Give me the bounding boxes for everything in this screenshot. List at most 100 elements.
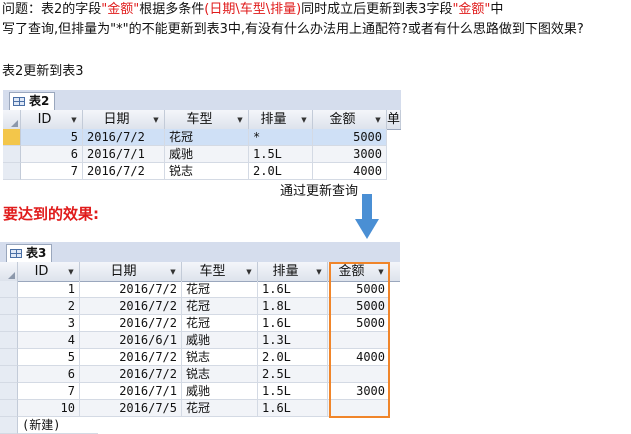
table-cell-disp[interactable]: 1.5L <box>258 383 328 400</box>
table-cell-disp[interactable]: * <box>249 129 313 146</box>
row-selector[interactable] <box>3 163 21 180</box>
table-cell-disp[interactable]: 1.8L <box>258 298 328 315</box>
down-arrow-icon <box>355 194 379 239</box>
table-cell-disp[interactable]: 1.3L <box>258 332 328 349</box>
column-header-1[interactable]: 日期 ▼ <box>80 262 182 281</box>
table2-tab[interactable]: 表2 <box>9 92 55 110</box>
table-cell-date[interactable]: 2016/6/1 <box>80 332 182 349</box>
table-cell-disp[interactable]: 2.0L <box>249 163 313 180</box>
question-segment: "金额" <box>452 2 491 17</box>
table-cell-date[interactable]: 2016/7/2 <box>83 163 165 180</box>
table-cell-amount[interactable]: 3000 <box>313 146 387 163</box>
chevron-down-icon[interactable]: ▼ <box>235 115 245 125</box>
table-cell-date[interactable]: 2016/7/2 <box>80 281 182 298</box>
table-cell-date[interactable]: 2016/7/2 <box>80 315 182 332</box>
table-cell-id[interactable]: 6 <box>18 366 80 383</box>
table-cell-id[interactable]: 2 <box>18 298 80 315</box>
table-cell-id[interactable]: 7 <box>18 383 80 400</box>
table-cell-disp[interactable]: 1.6L <box>258 315 328 332</box>
column-header-label: 车型 <box>186 112 213 127</box>
question-segment: 中 <box>490 2 504 17</box>
table-cell-date[interactable]: 2016/7/5 <box>80 400 182 417</box>
table-cell-id[interactable]: 4 <box>18 332 80 349</box>
table-cell-date[interactable]: 2016/7/2 <box>83 129 165 146</box>
table-cell-model[interactable]: 威驰 <box>182 332 258 349</box>
column-header-2[interactable]: 车型 ▼ <box>165 110 249 129</box>
column-header-2[interactable]: 车型 ▼ <box>182 262 258 281</box>
table-cell-date[interactable]: 2016/7/2 <box>80 298 182 315</box>
table3-tab[interactable]: 表3 <box>6 244 52 262</box>
new-record-row[interactable]: (新建) <box>0 417 400 434</box>
table-cell-date[interactable]: 2016/7/2 <box>80 366 182 383</box>
chevron-down-icon[interactable]: ▼ <box>66 267 76 277</box>
question-segment: "金额" <box>101 2 140 17</box>
table-cell-date[interactable]: 2016/7/1 <box>80 383 182 400</box>
table-cell-date[interactable]: 2016/7/1 <box>83 146 165 163</box>
table-cell-id[interactable]: 5 <box>21 129 83 146</box>
row-selector[interactable] <box>3 146 21 163</box>
table-cell-date[interactable]: 2016/7/2 <box>80 349 182 366</box>
table-cell-disp[interactable]: 2.5L <box>258 366 328 383</box>
column-header-label: ID <box>34 264 49 279</box>
chevron-down-icon[interactable]: ▼ <box>168 267 178 277</box>
chevron-down-icon[interactable]: ▼ <box>151 115 161 125</box>
update-query-label: 通过更新查询 <box>280 184 359 199</box>
table-cell-disp[interactable]: 1.6L <box>258 400 328 417</box>
row-selector[interactable] <box>0 298 18 315</box>
chevron-down-icon[interactable]: ▼ <box>373 115 383 125</box>
select-all-corner[interactable] <box>3 110 21 129</box>
row-selector[interactable] <box>3 129 21 146</box>
table-cell-model[interactable]: 锐志 <box>165 163 249 180</box>
table-cell-disp[interactable]: 2.0L <box>258 349 328 366</box>
column-header-1[interactable]: 日期 ▼ <box>83 110 165 129</box>
table-cell-model[interactable]: 花冠 <box>182 400 258 417</box>
row-selector[interactable] <box>0 349 18 366</box>
table-cell-disp[interactable]: 1.6L <box>258 281 328 298</box>
table-cell-model[interactable]: 花冠 <box>165 129 249 146</box>
question-segment: 问题：表2的字段 <box>2 2 102 17</box>
column-header-label: 排量 <box>272 264 299 279</box>
table2-datasheet: 表2 ID ▼ 日期 ▼ 车型 ▼ 排量 ▼ 金额 ▼ 单 5 2016/7/2 花冠 * 5000 6 201… <box>3 90 401 180</box>
chevron-down-icon[interactable]: ▼ <box>69 115 79 125</box>
row-selector[interactable] <box>0 281 18 298</box>
column-header-0[interactable]: ID ▼ <box>18 262 80 281</box>
table-row[interactable]: 6 2016/7/1 威驰 1.5L 3000 <box>3 146 401 163</box>
table-cell-model[interactable]: 花冠 <box>182 315 258 332</box>
table-cell-id[interactable]: 1 <box>18 281 80 298</box>
table-cell-disp[interactable]: 1.5L <box>249 146 313 163</box>
chevron-down-icon[interactable]: ▼ <box>314 267 324 277</box>
row-selector[interactable] <box>0 383 18 400</box>
column-header-5[interactable]: 单 <box>387 110 401 129</box>
question-segment: 同时成立后更新到表3字段 <box>301 2 453 17</box>
row-selector[interactable] <box>0 315 18 332</box>
table-cell-model[interactable]: 花冠 <box>182 298 258 315</box>
table-cell-model[interactable]: 威驰 <box>182 383 258 400</box>
row-selector[interactable] <box>0 332 18 349</box>
table-cell-id[interactable]: 7 <box>21 163 83 180</box>
table-cell-model[interactable]: 锐志 <box>182 349 258 366</box>
table-cell-model[interactable]: 锐志 <box>182 366 258 383</box>
column-header-3[interactable]: 排量 ▼ <box>249 110 313 129</box>
table-cell-id[interactable]: 5 <box>18 349 80 366</box>
table-cell-model[interactable]: 威驰 <box>165 146 249 163</box>
column-header-0[interactable]: ID ▼ <box>21 110 83 129</box>
table2-header: ID ▼ 日期 ▼ 车型 ▼ 排量 ▼ 金额 ▼ 单 <box>3 110 401 130</box>
column-header-3[interactable]: 排量 ▼ <box>258 262 328 281</box>
row-selector[interactable] <box>0 400 18 417</box>
table-cell-model[interactable]: 花冠 <box>182 281 258 298</box>
table-cell-amount[interactable]: 5000 <box>313 129 387 146</box>
row-selector[interactable] <box>0 417 18 434</box>
table-cell-id[interactable]: 10 <box>18 400 80 417</box>
question-line-1: 问题：表2的字段"金额"根据多条件(日期\车型\排量)同时成立后更新到表3字段"… <box>2 1 503 19</box>
table-row[interactable]: 5 2016/7/2 花冠 * 5000 <box>3 129 401 146</box>
chevron-down-icon[interactable]: ▼ <box>244 267 254 277</box>
select-all-corner[interactable] <box>0 262 18 281</box>
column-header-label: 车型 <box>199 264 226 279</box>
row-selector[interactable] <box>0 366 18 383</box>
table-cell-id[interactable]: 6 <box>21 146 83 163</box>
column-header-4[interactable]: 金额 ▼ <box>313 110 387 129</box>
table-cell-amount[interactable]: 4000 <box>313 163 387 180</box>
chevron-down-icon[interactable]: ▼ <box>299 115 309 125</box>
table-cell-id[interactable]: 3 <box>18 315 80 332</box>
table-row[interactable]: 7 2016/7/2 锐志 2.0L 4000 <box>3 163 401 180</box>
